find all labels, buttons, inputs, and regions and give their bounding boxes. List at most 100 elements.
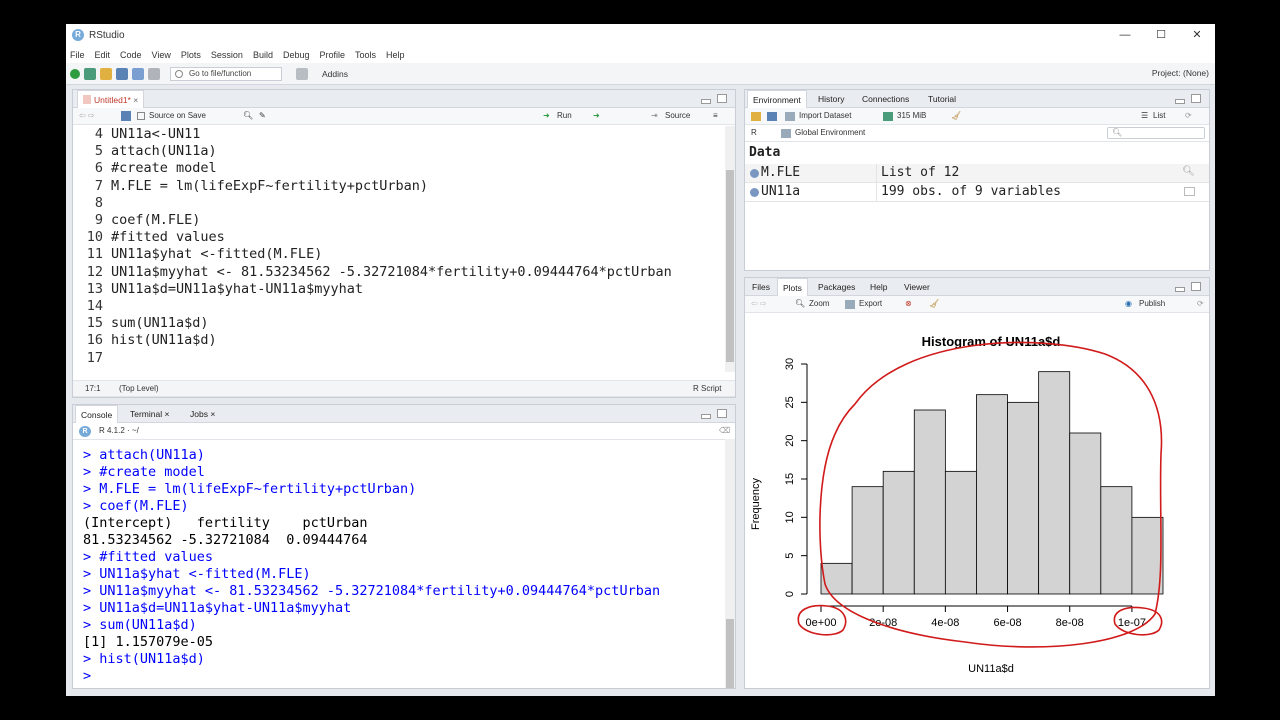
- search-icon[interactable]: 🔍︎: [243, 111, 253, 120]
- menu-edit[interactable]: Edit: [95, 50, 111, 60]
- expand-mfle-icon[interactable]: [750, 169, 759, 178]
- console-scroll-thumb[interactable]: [726, 619, 734, 688]
- publish-button[interactable]: Publish: [1139, 299, 1165, 308]
- remove-plot-icon[interactable]: ⊗: [905, 299, 912, 308]
- print-icon[interactable]: [148, 67, 160, 80]
- close-tab-icon[interactable]: ×: [133, 95, 138, 105]
- tab-plots[interactable]: Plots: [777, 278, 808, 296]
- menu-plots[interactable]: Plots: [181, 50, 201, 60]
- tab-packages[interactable]: Packages: [813, 278, 860, 296]
- y-tick-label: 15: [784, 473, 796, 485]
- histogram-bar: [1100, 486, 1133, 595]
- menu-profile[interactable]: Profile: [320, 50, 346, 60]
- tab-jobs[interactable]: Jobs ×: [185, 405, 220, 423]
- broom-icon[interactable]: 🧹︎: [951, 111, 961, 120]
- code-line[interactable]: UN11a$d=UN11a$yhat-UN11a$myyhat: [111, 281, 363, 297]
- minimize-console-icon[interactable]: [701, 414, 711, 419]
- open-file-icon[interactable]: [100, 67, 112, 80]
- save-file-icon[interactable]: [121, 111, 131, 121]
- rerun-icon[interactable]: ➜: [593, 111, 600, 120]
- minimize-plots-icon[interactable]: [1175, 287, 1185, 292]
- code-line[interactable]: M.FLE = lm(lifeExpF~fertility+pctUrban): [111, 178, 428, 194]
- code-line[interactable]: hist(UN11a$d): [111, 332, 217, 348]
- menu-tools[interactable]: Tools: [355, 50, 376, 60]
- tab-environment[interactable]: Environment: [747, 90, 807, 108]
- refresh-env-icon[interactable]: ⟳: [1185, 111, 1192, 120]
- tab-help[interactable]: Help: [865, 278, 892, 296]
- source-button[interactable]: Source: [665, 111, 690, 120]
- code-editor[interactable]: 4 UN11a<-UN11 5 attach(UN11a) 6 #create model…: [73, 126, 723, 374]
- save-icon[interactable]: [116, 67, 128, 80]
- maximize-pane-icon[interactable]: [717, 94, 727, 103]
- maximize-button[interactable]: ☐: [1143, 24, 1179, 46]
- code-line[interactable]: UN11a$yhat <-fitted(M.FLE): [111, 246, 322, 262]
- back-icon[interactable]: ⇦ ⇨: [79, 111, 95, 120]
- code-line[interactable]: attach(UN11a): [111, 143, 217, 159]
- save-workspace-icon[interactable]: [767, 112, 777, 121]
- tab-tutorial[interactable]: Tutorial: [923, 90, 961, 108]
- maximize-plots-icon[interactable]: [1191, 282, 1201, 291]
- maximize-env-icon[interactable]: [1191, 94, 1201, 103]
- close-button[interactable]: ✕: [1179, 24, 1215, 46]
- menu-debug[interactable]: Debug: [283, 50, 310, 60]
- maximize-console-icon[interactable]: [717, 409, 727, 418]
- import-dataset-button[interactable]: Import Dataset: [799, 111, 851, 120]
- code-line[interactable]: #create model: [111, 160, 217, 176]
- outline-icon[interactable]: ≡: [713, 111, 718, 120]
- console-output[interactable]: > attach(UN11a) > #create model > M.FLE = …: [73, 439, 723, 688]
- wand-icon[interactable]: ✎: [259, 111, 266, 120]
- project-menu[interactable]: Project: (None): [1152, 68, 1209, 78]
- expand-un11a-icon[interactable]: [750, 188, 759, 197]
- env-search-input[interactable]: 🔍︎: [1107, 127, 1205, 139]
- menu-help[interactable]: Help: [386, 50, 405, 60]
- scope-indicator[interactable]: (Top Level): [119, 384, 159, 393]
- clear-plots-icon[interactable]: 🧹︎: [929, 299, 939, 308]
- run-button[interactable]: Run: [557, 111, 572, 120]
- export-button[interactable]: Export: [859, 299, 882, 308]
- minimize-button[interactable]: —: [1107, 24, 1143, 46]
- tab-viewer[interactable]: Viewer: [899, 278, 935, 296]
- menu-code[interactable]: Code: [120, 50, 142, 60]
- source-on-save-checkbox[interactable]: [137, 112, 145, 120]
- zoom-button[interactable]: Zoom: [809, 299, 829, 308]
- code-line[interactable]: sum(UN11a$d): [111, 315, 209, 331]
- list-view-dropdown[interactable]: List: [1153, 111, 1165, 120]
- menu-session[interactable]: Session: [211, 50, 243, 60]
- tab-connections[interactable]: Connections: [857, 90, 914, 108]
- save-all-icon[interactable]: [132, 67, 144, 80]
- env-row-un11a[interactable]: UN11a 199 obs. of 9 variables: [745, 183, 1209, 202]
- file-type-indicator[interactable]: R Script: [693, 384, 721, 393]
- tab-console[interactable]: Console: [75, 405, 119, 423]
- menu-view[interactable]: View: [152, 50, 171, 60]
- code-line[interactable]: coef(M.FLE): [111, 212, 200, 228]
- editor-scroll-thumb[interactable]: [726, 170, 734, 362]
- memory-usage[interactable]: 315 MiB: [897, 111, 926, 120]
- tab-history[interactable]: History: [813, 90, 849, 108]
- language-dropdown[interactable]: R: [751, 128, 757, 137]
- menu-build[interactable]: Build: [253, 50, 273, 60]
- minimize-pane-icon[interactable]: [701, 99, 711, 104]
- clear-console-icon[interactable]: ⌫: [719, 426, 730, 435]
- view-magnifier-icon[interactable]: 🔍︎: [1182, 166, 1195, 177]
- code-line[interactable]: UN11a$myyhat <- 81.53234562 -5.32721084*…: [111, 264, 672, 280]
- tab-untitled1[interactable]: Untitled1* ×: [77, 90, 145, 108]
- goto-file-input[interactable]: Go to file/function: [170, 66, 282, 81]
- scope-dropdown[interactable]: Global Environment: [795, 128, 865, 137]
- menu-file[interactable]: File: [70, 50, 85, 60]
- code-line[interactable]: UN11a<-UN11: [111, 126, 200, 142]
- view-table-icon[interactable]: [1184, 187, 1195, 196]
- tab-terminal[interactable]: Terminal ×: [125, 405, 174, 423]
- tab-files[interactable]: Files: [747, 278, 775, 296]
- addins-menu[interactable]: Addins: [322, 69, 348, 79]
- console-scrollbar[interactable]: [725, 439, 735, 688]
- new-file-icon[interactable]: [70, 68, 80, 79]
- env-row-mfle[interactable]: M.FLE List of 12 🔍︎: [745, 164, 1209, 183]
- new-project-icon[interactable]: [84, 67, 96, 80]
- minimize-env-icon[interactable]: [1175, 99, 1185, 104]
- load-workspace-icon[interactable]: [751, 112, 761, 121]
- code-line[interactable]: #fitted values: [111, 229, 225, 245]
- refresh-plot-icon[interactable]: ⟳: [1197, 299, 1204, 308]
- editor-scrollbar[interactable]: [725, 126, 735, 372]
- plot-back-icon[interactable]: ⇦ ⇨: [751, 299, 767, 308]
- grid-layout-icon[interactable]: [296, 67, 308, 80]
